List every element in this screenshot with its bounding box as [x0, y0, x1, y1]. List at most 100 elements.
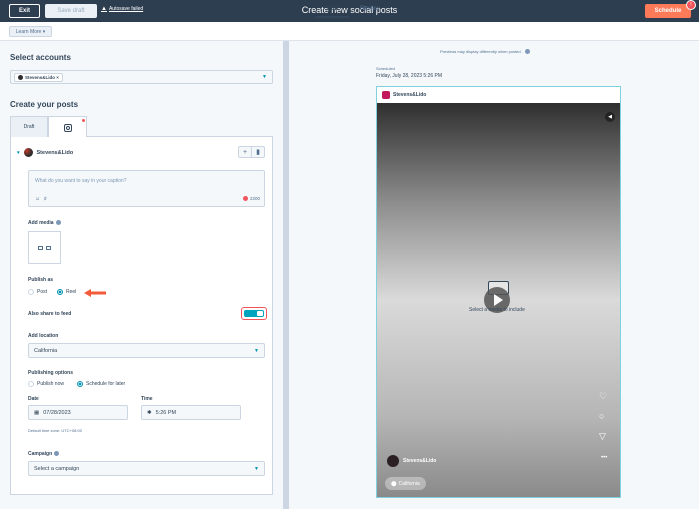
info-icon[interactable]	[524, 49, 530, 55]
location-pin-icon: ⬤	[391, 480, 397, 487]
date-picker[interactable]: ▦ 07/28/2023	[28, 405, 128, 420]
account-chip[interactable]: Stevens&Lido ×	[14, 73, 63, 82]
character-count: 2200	[242, 196, 260, 201]
tab-draft[interactable]: Draft	[10, 116, 48, 137]
add-location-label: Add location	[28, 333, 59, 339]
add-media-text: Add media	[28, 220, 54, 226]
annotation-arrow-icon	[84, 289, 106, 297]
radio-post[interactable]	[28, 289, 34, 295]
scheduled-label: Scheduled	[376, 66, 395, 71]
learn-more-button[interactable]: Learn More ▾	[9, 26, 52, 37]
chevron-down-icon[interactable]: ▼	[262, 74, 267, 80]
caption-input[interactable]: What do you want to say in your caption?…	[28, 170, 265, 207]
instagram-icon	[63, 123, 72, 132]
time-value: 5:26 PM	[155, 409, 177, 416]
share-icon: ▽	[599, 431, 606, 441]
avatar	[23, 148, 33, 157]
info-icon[interactable]	[54, 451, 60, 457]
add-media-button[interactable]	[28, 231, 61, 264]
location-chip: ⬤ California	[385, 477, 426, 490]
reel-preview: ◀ Select a media to include ♡ ○ ▽ Steven…	[377, 103, 620, 497]
account-avatar	[18, 75, 23, 80]
error-dot-icon	[82, 119, 85, 122]
schedule-later-option[interactable]: Schedule for later	[77, 381, 125, 387]
time-picker[interactable]: ✱ 5:26 PM	[141, 405, 241, 420]
preview-header: Stevens&Lido	[377, 87, 620, 103]
video-icon	[46, 245, 51, 250]
caption-placeholder: What do you want to say in your caption?	[35, 178, 127, 184]
chevron-down-icon[interactable]: ▼	[254, 466, 259, 472]
radio-publish-now[interactable]	[28, 381, 34, 387]
post-actions: + ▮	[238, 146, 265, 158]
tab-review[interactable]: Review	[360, 6, 380, 12]
account-row[interactable]: ▾ Stevens&Lido	[17, 148, 73, 157]
emoji-icon[interactable]: ☺	[35, 196, 40, 202]
preview-note-text: Previews may display differently when po…	[440, 49, 522, 54]
campaign-label: Campaign	[28, 451, 60, 457]
instagram-badge-icon	[242, 196, 248, 201]
campaign-select[interactable]: Select a campaign ▼	[28, 461, 265, 476]
trash-icon[interactable]: ▮	[252, 147, 264, 157]
top-bar: Exit Save draft ▲ Autosave failed Create…	[0, 0, 699, 22]
post-tabs: Draft	[10, 116, 273, 138]
character-count-value: 2200	[249, 196, 260, 201]
reel-user-row: Stevens&Lido	[387, 455, 436, 467]
account-chip-label: Stevens&Lido ×	[25, 75, 59, 80]
publish-now-label: Publish now	[37, 381, 64, 387]
time-label: Time	[141, 396, 153, 402]
toggle-switch[interactable]	[244, 310, 264, 317]
heart-icon: ♡	[599, 391, 608, 401]
account-name: Stevens&Lido	[36, 149, 74, 156]
campaign-placeholder: Select a campaign	[34, 465, 80, 472]
location-select[interactable]: California ▼	[28, 343, 265, 358]
reel-option-label: Reel	[66, 289, 77, 295]
instagram-avatar-icon	[382, 91, 390, 99]
avatar	[387, 455, 399, 467]
schedule-later-label: Schedule for later	[86, 381, 126, 387]
info-icon[interactable]	[55, 220, 61, 226]
schedule-button[interactable]: Schedule	[645, 4, 691, 18]
accounts-select[interactable]: Stevens&Lido × ▼	[10, 70, 273, 84]
date-value: 07/28/2023	[43, 409, 71, 416]
select-accounts-heading: Select accounts	[10, 53, 71, 62]
radio-schedule-later[interactable]	[77, 381, 83, 387]
publish-now-option[interactable]: Publish now	[28, 381, 64, 387]
add-icon[interactable]: +	[239, 147, 252, 157]
location-chip-label: California	[398, 480, 420, 487]
active-tab-indicator	[316, 16, 349, 18]
preview-note: Previews may display differently when po…	[440, 49, 530, 55]
comment-icon: ○	[599, 411, 605, 421]
add-media-label: Add media	[28, 220, 61, 226]
instagram-preview: Stevens&Lido ◀ Select a media to include…	[376, 86, 621, 498]
reel-user-name: Stevens&Lido	[403, 458, 437, 464]
editor-tab-bar: Learn More ▾	[0, 22, 699, 41]
location-value: California	[34, 347, 58, 354]
preview-account-name: Stevens&Lido	[393, 92, 427, 98]
tab-edit[interactable]: Edit	[327, 6, 338, 12]
radio-reel[interactable]	[57, 289, 63, 295]
more-options-icon: •••	[601, 455, 608, 461]
share-to-feed-toggle[interactable]	[241, 307, 267, 320]
scheduled-date: Friday, July 28, 2023 5:26 PM	[376, 73, 443, 79]
select-media-text: Select a media to include	[469, 307, 525, 313]
share-to-feed-label: Also share to feed	[28, 311, 72, 317]
publish-as-reel-option[interactable]: Reel	[57, 289, 76, 295]
notification-badge-icon: !	[686, 0, 696, 10]
mute-icon[interactable]: ◀	[605, 112, 615, 122]
image-icon	[38, 245, 43, 250]
chevron-down-icon[interactable]: ▾	[17, 150, 20, 156]
publishing-options-label: Publishing options	[28, 370, 73, 376]
chevron-down-icon[interactable]: ▼	[254, 348, 259, 354]
create-posts-heading: Create your posts	[10, 100, 79, 109]
publish-as-post-option[interactable]: Post	[28, 289, 47, 295]
date-label: Date	[28, 396, 39, 402]
post-option-label: Post	[37, 289, 48, 295]
calendar-icon: ▦	[34, 409, 40, 416]
hashtag-icon[interactable]: ♯	[44, 196, 47, 202]
caption-tools: ☺ ♯	[35, 196, 47, 202]
page-title: Create new social posts	[301, 5, 398, 15]
timezone-note: Default time zone: UTC+08:00	[28, 428, 82, 433]
campaign-text: Campaign	[28, 451, 53, 457]
publish-as-label: Publish as	[28, 277, 54, 283]
clock-icon: ✱	[147, 409, 152, 416]
